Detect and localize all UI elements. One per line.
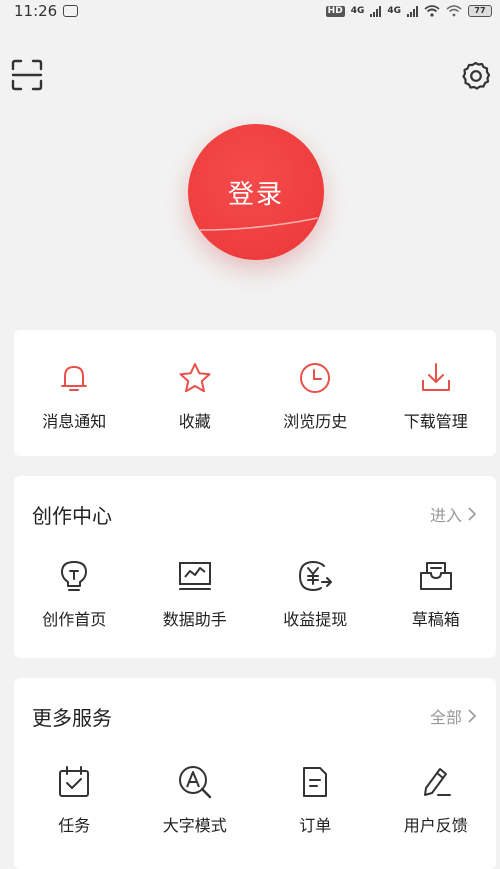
drafts-item[interactable]: 草稿箱 [376,556,497,630]
service-item-label: 任务 [58,816,91,835]
network-label: 4G [350,6,365,16]
more-services-grid: 任务 大字模式 订单 用户反馈 [14,762,496,836]
service-item-label: 订单 [299,816,332,835]
quick-action-label: 下载管理 [403,412,468,431]
download-icon [421,363,450,391]
creation-item-label: 草稿箱 [411,610,460,629]
star-icon [179,363,211,393]
wifi-icon-2 [446,5,462,17]
service-item-label: 用户反馈 [403,816,468,835]
status-bar: 11:26 HD 4G 4G 77 [0,0,500,22]
gallery-notification-icon [63,5,79,17]
tasks-item[interactable]: 任务 [14,762,135,836]
chart-monitor-icon [178,562,211,590]
enter-link-label: 进入 [429,506,462,525]
more-services-card: 更多服务 全部 任务 大字模式 订单 用户反馈 [14,678,496,869]
large-font-mode-item[interactable]: 大字模式 [135,762,256,836]
yuan-withdraw-icon [299,560,333,592]
scan-icon [11,59,43,91]
feedback-item[interactable]: 用户反馈 [376,762,497,836]
quick-action-label: 收藏 [178,412,211,431]
signal-icon [370,5,382,17]
order-doc-icon [303,767,328,797]
creation-center-card: 创作中心 进入 创作首页 数据助手 收益提现 草稿箱 [14,476,496,658]
hd-icon: HD [325,5,345,17]
settings-button[interactable] [460,60,492,96]
quick-action-notifications[interactable]: 消息通知 [14,358,135,432]
view-all-link[interactable]: 全部 [430,704,476,728]
section-title: 创作中心 [32,504,112,528]
battery-icon: 77 [468,5,492,17]
quick-action-label: 消息通知 [42,412,107,431]
login-label: 登录 [227,179,284,210]
status-time: 11:26 [14,2,58,20]
chevron-right-icon [468,507,476,521]
creation-center-grid: 创作首页 数据助手 收益提现 草稿箱 [14,556,496,630]
wifi-icon [424,5,440,17]
task-calendar-icon [59,766,90,797]
orders-item[interactable]: 订单 [255,762,376,836]
view-all-label: 全部 [429,708,462,727]
quick-action-history[interactable]: 浏览历史 [255,358,376,432]
clock-icon [300,363,331,393]
service-item-label: 大字模式 [162,816,227,835]
scan-button[interactable] [10,58,44,96]
creation-item-label: 收益提现 [283,610,348,629]
login-swoosh [199,217,319,231]
bell-icon [61,365,88,391]
quick-action-downloads[interactable]: 下载管理 [376,358,497,432]
feedback-pen-icon [423,768,451,796]
login-button[interactable]: 登录 [188,124,324,260]
data-assistant-item[interactable]: 数据助手 [135,556,256,630]
enter-link[interactable]: 进入 [430,502,476,526]
earnings-withdraw-item[interactable]: 收益提现 [255,556,376,630]
draft-box-icon [419,562,452,590]
creation-item-label: 创作首页 [42,610,107,629]
large-font-icon [178,766,211,799]
chevron-right-icon [468,709,476,723]
quick-actions-grid: 消息通知 收藏 浏览历史 下载管理 [14,358,496,432]
creation-item-label: 数据助手 [162,610,227,629]
gear-icon [462,61,491,90]
signal-icon-2 [407,5,418,17]
quick-action-favorites[interactable]: 收藏 [135,358,256,432]
section-title: 更多服务 [32,706,112,730]
network-label-2: 4G [387,6,401,16]
quick-actions-card: 消息通知 收藏 浏览历史 下载管理 [14,330,496,456]
lightbulb-icon [61,561,88,591]
quick-action-label: 浏览历史 [283,412,348,431]
creation-home-item[interactable]: 创作首页 [14,556,135,630]
